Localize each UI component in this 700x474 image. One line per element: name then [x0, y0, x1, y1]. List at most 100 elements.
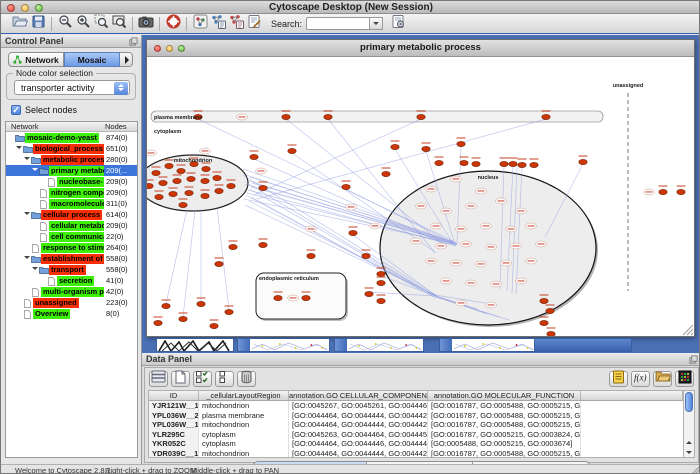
attribute-table[interactable]: ID_cellularLayoutRegionannotation.GO CEL…: [148, 390, 684, 458]
table-cell[interactable]: cytoplasm: [199, 439, 289, 449]
tree-row[interactable]: nitrogen compo209(0): [6, 187, 137, 198]
table-cell[interactable]: [GO:0016787, GO:0005488, GO:0005215, G..…: [428, 449, 581, 459]
new-attribute-button[interactable]: [171, 371, 190, 387]
select-nodes-checkbox[interactable]: ✓: [11, 105, 21, 115]
float-panel-icon[interactable]: [129, 37, 138, 46]
tree-row[interactable]: mosaic-demo-yeast874(0): [6, 132, 137, 143]
scroll-down-icon[interactable]: [684, 447, 694, 457]
table-cell[interactable]: [GO:0016787, GO:0005488, GO:0005215, G..…: [428, 420, 581, 430]
snapshot-button[interactable]: [137, 15, 155, 32]
delete-attribute-button[interactable]: [237, 371, 256, 387]
column-header[interactable]: ID: [149, 391, 199, 400]
zoom-in-button[interactable]: [74, 15, 92, 32]
function-builder-button[interactable]: f(x): [631, 371, 650, 387]
open-file-button[interactable]: [11, 15, 29, 32]
minimized-network-window[interactable]: [237, 338, 330, 352]
destroy-view-button[interactable]: [227, 15, 245, 32]
minimized-network-window[interactable]: [534, 338, 632, 352]
network-window-titlebar[interactable]: primary metabolic process: [147, 40, 694, 57]
table-cell[interactable]: [GO:0016787, GO:0005488, GO:0005215, G..…: [428, 401, 581, 411]
expand-arrow-icon[interactable]: [24, 256, 30, 262]
column-header[interactable]: annotation.GO MOLECULAR_FUNCTION: [428, 391, 581, 400]
table-cell[interactable]: YJR121W__1: [149, 401, 199, 411]
matrix-button[interactable]: [675, 371, 694, 387]
table-row[interactable]: YPL036W__2plasma membrane[GO:0044464, GO…: [149, 411, 683, 421]
search-config-button[interactable]: [389, 15, 407, 32]
attribute-table-button[interactable]: [149, 371, 168, 387]
tree-row[interactable]: secretion41(0): [6, 275, 137, 286]
tree-row[interactable]: macromolecule311(0): [6, 198, 137, 209]
color-attribute-select[interactable]: transporter activity: [14, 80, 130, 95]
tree-row[interactable]: establishment of lo558(0): [6, 253, 137, 264]
table-cell[interactable]: [GO:0016787, GO:0005215, GO:0003824, G..…: [428, 430, 581, 440]
network-window[interactable]: primary metabolic process plasma membran…: [146, 39, 695, 337]
minimized-network-window[interactable]: [439, 338, 536, 352]
table-cell[interactable]: [GO:0016787, GO:0005488, GO:0005215, G..…: [428, 411, 581, 421]
tree-row[interactable]: biological_process651(0): [6, 143, 137, 154]
network-canvas[interactable]: plasma membranecytoplasmmitochondrionnuc…: [147, 57, 694, 336]
tab-overflow-button[interactable]: [120, 52, 133, 67]
table-cell[interactable]: mitochondrion: [199, 449, 289, 459]
table-cell[interactable]: [GO:0045267, GO:0045261, GO:0044464, G..…: [289, 401, 428, 411]
table-cell[interactable]: YPL036W__2: [149, 411, 199, 421]
minimized-network-window[interactable]: [156, 338, 234, 352]
tree-row[interactable]: Overview8(0): [6, 308, 137, 319]
table-cell[interactable]: [GO:0044464, GO:0044444, GO:0044425, G..…: [289, 411, 428, 421]
minimized-network-window[interactable]: [334, 338, 424, 352]
tree-row[interactable]: primary metabo209(...: [6, 165, 137, 176]
tree-header[interactable]: Network Nodes: [6, 122, 137, 132]
annotations-button[interactable]: [245, 15, 263, 32]
resize-grip-icon[interactable]: [691, 466, 700, 474]
attribute-list-button[interactable]: [609, 371, 628, 387]
table-cell[interactable]: [GO:0045263, GO:0044464, GO:0044455, G..…: [289, 430, 428, 440]
table-cell[interactable]: YPL036W__1: [149, 420, 199, 430]
table-row[interactable]: YKR052Ccytoplasm[GO:0044464, GO:0044446,…: [149, 439, 683, 449]
tab-mosaic[interactable]: Mosaic: [64, 52, 120, 67]
tree-row[interactable]: multi-organism pro42(0): [6, 286, 137, 297]
table-cell[interactable]: mitochondrion: [199, 420, 289, 430]
float-data-panel-icon[interactable]: [689, 355, 698, 364]
table-cell[interactable]: YKR052C: [149, 439, 199, 449]
table-row[interactable]: YPL036W__1mitochondrion[GO:0044464, GO:0…: [149, 420, 683, 430]
zoom-out-button[interactable]: [56, 15, 74, 32]
table-row[interactable]: YDR039C__1mitochondrion[GO:0044464, GO:0…: [149, 449, 683, 459]
unselect-attributes-button[interactable]: [215, 371, 234, 387]
zoom-fit-button[interactable]: [110, 15, 128, 32]
expand-arrow-icon[interactable]: [24, 212, 30, 218]
table-scrollbar[interactable]: [683, 390, 695, 458]
table-cell[interactable]: plasma membrane: [199, 411, 289, 421]
scrollbar-thumb[interactable]: [685, 392, 693, 412]
table-cell[interactable]: cytoplasm: [199, 430, 289, 440]
table-row[interactable]: YJR121W__1mitochondrion[GO:0045267, GO:0…: [149, 401, 683, 411]
table-cell[interactable]: [GO:0044464, GO:0044446, GO:0044444, G..…: [289, 439, 428, 449]
table-row[interactable]: YLR295Ccytoplasm[GO:0045263, GO:0044464,…: [149, 430, 683, 440]
import-attributes-button[interactable]: [653, 371, 672, 387]
save-button[interactable]: [29, 15, 47, 32]
create-view-button[interactable]: [209, 15, 227, 32]
scroll-up-icon[interactable]: [684, 437, 694, 447]
column-header[interactable]: _cellularLayoutRegion: [199, 391, 289, 400]
search-input[interactable]: [306, 17, 370, 30]
tab-network[interactable]: Network: [8, 52, 64, 67]
help-button[interactable]: [164, 15, 182, 32]
tree-row[interactable]: nucleobase-209(0): [6, 176, 137, 187]
table-cell[interactable]: [GO:0005488, GO:0005215, GO:0003674]: [428, 439, 581, 449]
table-cell[interactable]: mitochondrion: [199, 401, 289, 411]
table-cell[interactable]: YDR039C__1: [149, 449, 199, 459]
expand-arrow-icon[interactable]: [32, 168, 38, 174]
tree-row[interactable]: cell communicat22(0): [6, 231, 137, 242]
tree-row[interactable]: metabolic process280(0): [6, 154, 137, 165]
tree-row[interactable]: response to stimul264(0): [6, 242, 137, 253]
column-header[interactable]: annotation.GO CELLULAR_COMPONENT: [289, 391, 428, 400]
table-cell[interactable]: [GO:0044464, GO:0044444, GO:0044425, G..…: [289, 449, 428, 459]
select-attributes-button[interactable]: [193, 371, 212, 387]
network-manager-button[interactable]: [191, 15, 209, 32]
app-titlebar[interactable]: Cytoscape Desktop (New Session): [1, 1, 700, 14]
tree-row[interactable]: transport558(0): [6, 264, 137, 275]
table-cell[interactable]: YLR295C: [149, 430, 199, 440]
tree-row[interactable]: cellular process614(0): [6, 209, 137, 220]
zoom-selected-button[interactable]: [92, 15, 110, 32]
tree-row[interactable]: unassigned223(0): [6, 297, 137, 308]
tree-row[interactable]: cellular metabo209(0): [6, 220, 137, 231]
table-cell[interactable]: [GO:0044464, GO:0044444, GO:0044425, G..…: [289, 420, 428, 430]
